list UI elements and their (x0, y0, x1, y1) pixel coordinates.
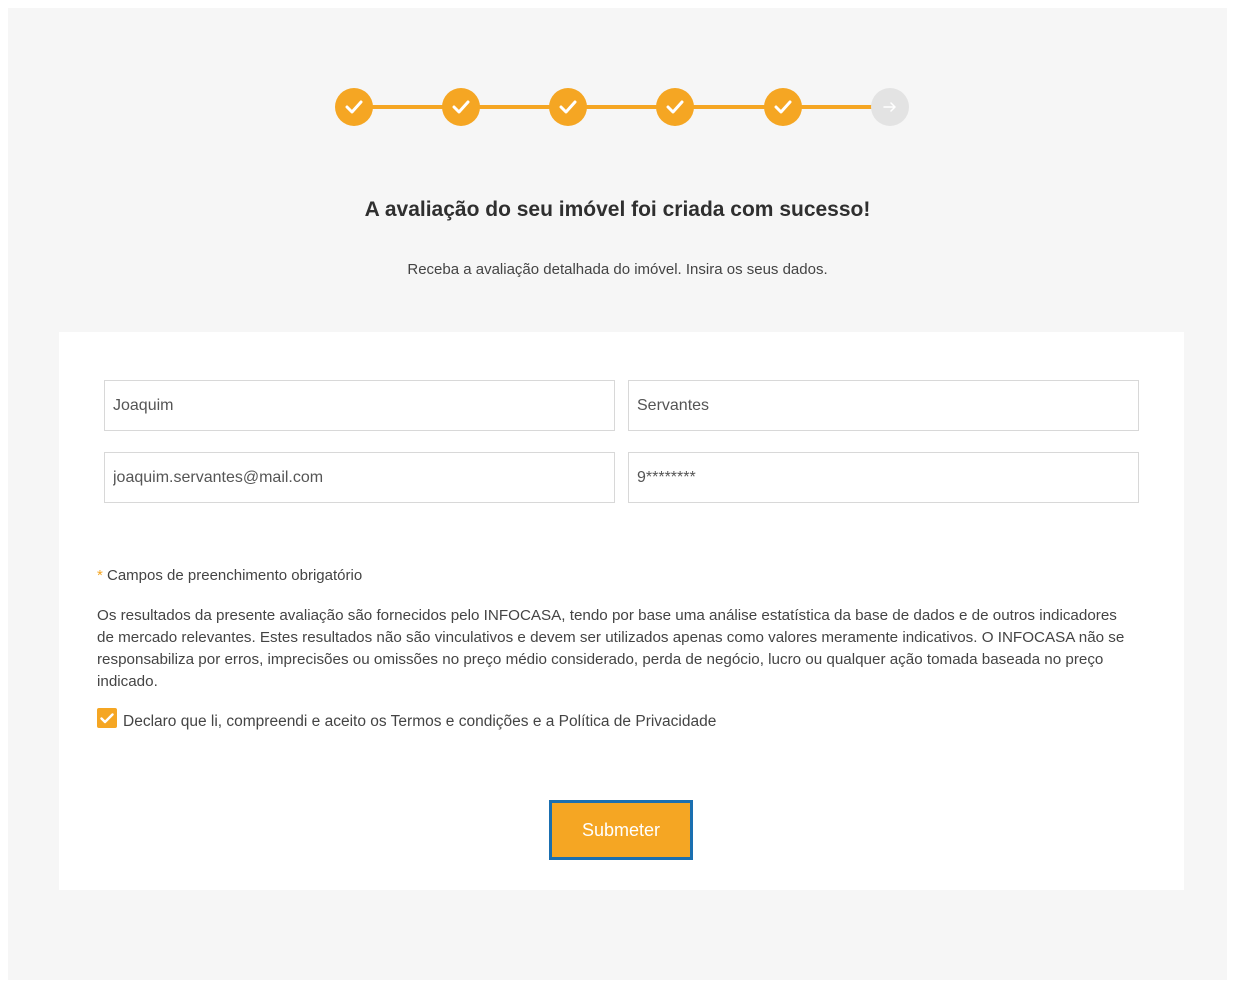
step-5-complete (764, 88, 802, 126)
step-connector (372, 105, 444, 109)
phone-field[interactable] (628, 452, 1139, 503)
check-icon (452, 100, 470, 114)
step-2-complete (442, 88, 480, 126)
email-field[interactable] (104, 452, 615, 503)
check-icon (666, 100, 684, 114)
page-background: A avaliação do seu imóvel foi criada com… (8, 8, 1227, 980)
submit-button[interactable]: Submeter (549, 800, 693, 860)
step-connector (478, 105, 554, 109)
first-name-field[interactable] (104, 380, 615, 431)
contact-form-card: * Campos de preenchimento obrigatório Os… (59, 332, 1184, 890)
step-6-pending (871, 88, 909, 126)
check-icon (345, 100, 363, 114)
required-fields-note: * Campos de preenchimento obrigatório (97, 567, 362, 584)
step-connector (585, 105, 661, 109)
check-icon (100, 712, 114, 723)
step-connector (693, 105, 769, 109)
last-name-field[interactable] (628, 380, 1139, 431)
progress-stepper (8, 8, 1227, 208)
page-title: A avaliação do seu imóvel foi criada com… (364, 198, 871, 221)
consent-checkbox[interactable] (97, 708, 117, 728)
step-connector (800, 105, 876, 109)
required-note-text: Campos de preenchimento obrigatório (102, 567, 363, 584)
page-subtitle: Receba a avaliação detalhada do imóvel. … (407, 261, 828, 278)
check-icon (774, 100, 792, 114)
check-icon (559, 100, 577, 114)
disclaimer-text: Os resultados da presente avaliação são … (97, 607, 1125, 690)
step-3-complete (549, 88, 587, 126)
step-1-complete (335, 88, 373, 126)
arrow-right-icon (883, 102, 896, 112)
step-4-complete (656, 88, 694, 126)
consent-row: Declaro que li, compreendi e aceito os T… (97, 708, 717, 731)
consent-label: Declaro que li, compreendi e aceito os T… (123, 713, 717, 730)
